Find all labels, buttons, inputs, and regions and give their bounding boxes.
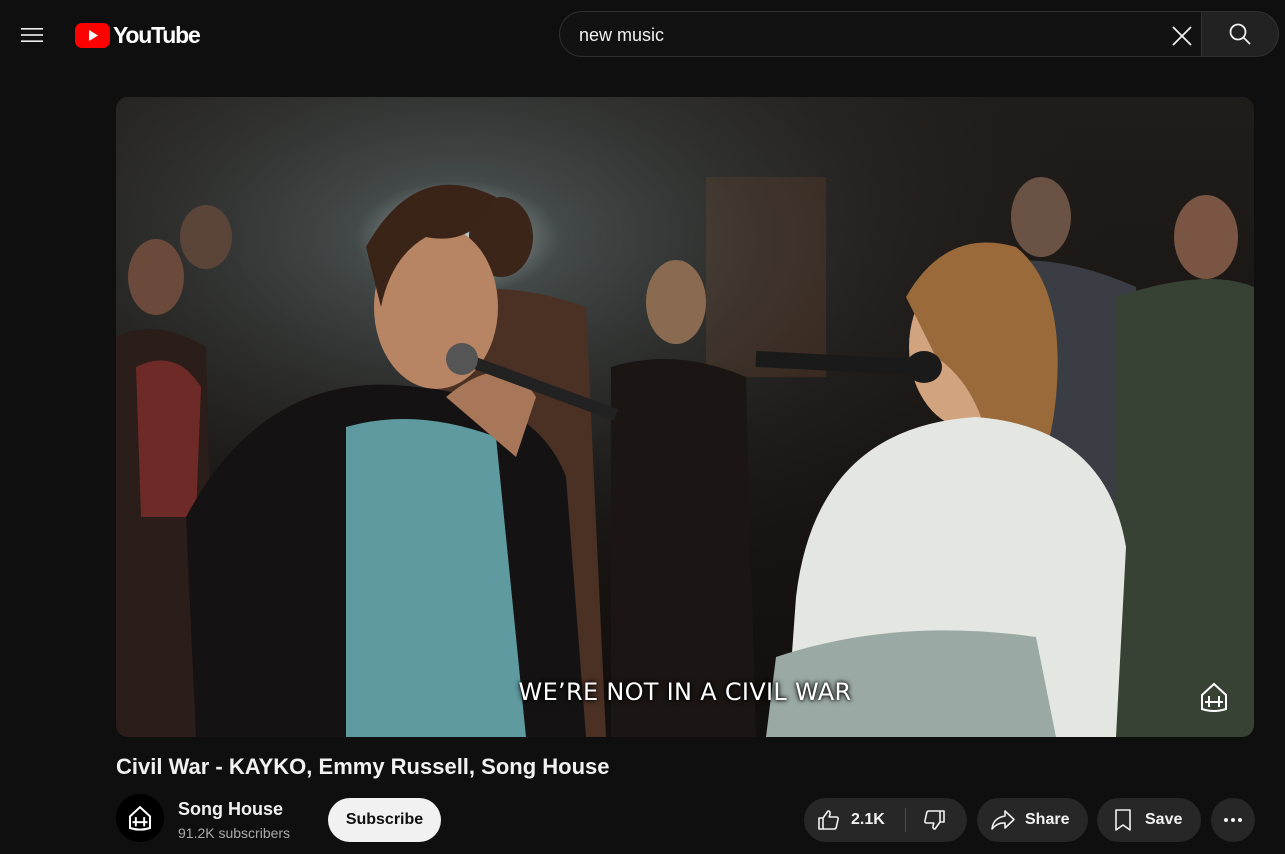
more-actions-button[interactable] bbox=[1211, 798, 1255, 842]
share-button[interactable]: Share bbox=[977, 798, 1088, 842]
song-house-watermark-icon bbox=[1201, 682, 1227, 712]
search-input[interactable]: new music bbox=[559, 11, 1201, 57]
song-house-logo-icon bbox=[129, 805, 151, 831]
menu-icon bbox=[21, 28, 43, 42]
search-icon bbox=[1229, 23, 1251, 45]
like-button[interactable]: 2.1K bbox=[804, 798, 905, 842]
thumbs-down-icon bbox=[924, 810, 945, 830]
youtube-logo-icon bbox=[75, 22, 110, 48]
thumbs-up-icon bbox=[818, 810, 839, 830]
save-label: Save bbox=[1145, 811, 1183, 828]
like-dislike-group: 2.1K bbox=[804, 798, 967, 842]
video-player[interactable]: WE’RE NOT IN A CIVIL WAR bbox=[116, 97, 1254, 737]
search-query: new music bbox=[579, 25, 665, 45]
channel-name[interactable]: Song House bbox=[178, 799, 283, 820]
search-button[interactable] bbox=[1201, 11, 1279, 57]
masthead: YouTube new music bbox=[0, 0, 1285, 70]
dislike-button[interactable] bbox=[906, 798, 967, 842]
logo-text: YouTube bbox=[113, 21, 201, 48]
more-horizontal-icon bbox=[1224, 818, 1242, 822]
bookmark-icon bbox=[1115, 809, 1131, 831]
clear-search-button[interactable] bbox=[1166, 20, 1198, 52]
channel-watermark[interactable] bbox=[1198, 679, 1230, 715]
subscriber-count: 91.2K subscribers bbox=[178, 825, 291, 841]
share-label: Share bbox=[1025, 811, 1070, 828]
like-count: 2.1K bbox=[851, 811, 885, 828]
video-title: Civil War - KAYKO, Emmy Russell, Song Ho… bbox=[116, 754, 610, 779]
save-button[interactable]: Save bbox=[1097, 798, 1201, 842]
search-bar: new music bbox=[559, 11, 1279, 59]
video-caption: WE’RE NOT IN A CIVIL WAR bbox=[518, 678, 852, 706]
close-icon bbox=[1172, 26, 1192, 46]
youtube-home-logo[interactable]: YouTube bbox=[75, 21, 201, 48]
channel-avatar[interactable] bbox=[116, 794, 164, 842]
menu-button[interactable] bbox=[14, 17, 50, 53]
subscribe-button[interactable]: Subscribe bbox=[328, 798, 441, 842]
video-frame bbox=[116, 97, 1254, 737]
share-arrow-icon bbox=[991, 810, 1015, 830]
